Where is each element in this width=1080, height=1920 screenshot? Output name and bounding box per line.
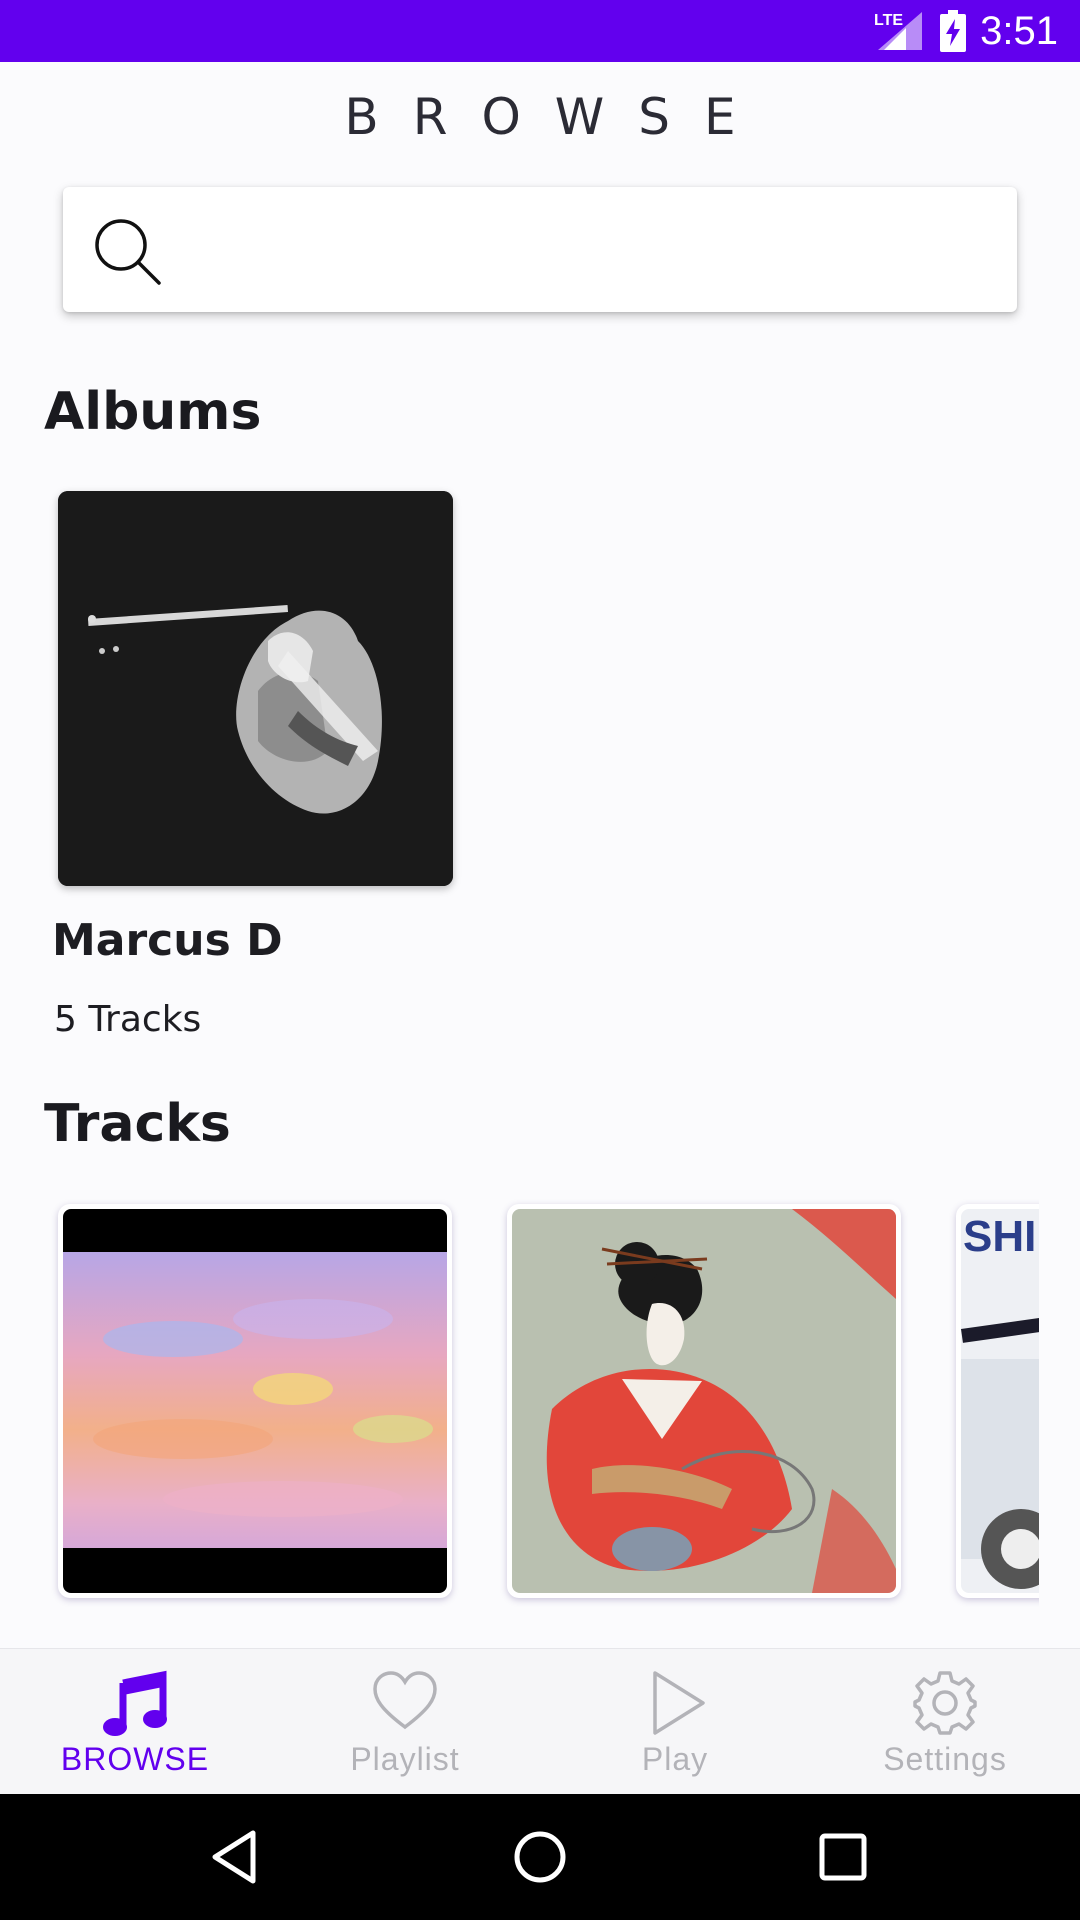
- heart-icon: [373, 1671, 437, 1730]
- albums-heading: Albums: [44, 382, 262, 442]
- music-note-icon: [103, 1670, 167, 1736]
- nav-label: Settings: [883, 1741, 1007, 1777]
- track-cover: [63, 1209, 447, 1593]
- search-icon: [95, 219, 161, 285]
- album-title[interactable]: Marcus D: [52, 915, 283, 966]
- signal-icon: [878, 12, 922, 50]
- album-cover-image: [58, 491, 453, 886]
- search-input[interactable]: [183, 207, 987, 294]
- tracks-heading: Tracks: [44, 1094, 231, 1154]
- nav-browse[interactable]: BROWSE: [0, 1649, 270, 1795]
- nav-label: BROWSE: [60, 1741, 210, 1777]
- home-icon[interactable]: [510, 1827, 570, 1887]
- track-card[interactable]: [58, 1204, 452, 1598]
- nav-settings[interactable]: Settings: [810, 1649, 1080, 1795]
- recents-icon[interactable]: [813, 1827, 873, 1887]
- svg-text:SHI: SHI: [963, 1212, 1036, 1261]
- track-card[interactable]: SHI: [956, 1204, 1039, 1598]
- nav-play[interactable]: Play: [540, 1649, 810, 1795]
- album-cover[interactable]: [58, 491, 453, 886]
- track-cover: SHI: [961, 1209, 1039, 1593]
- nav-label: Play: [641, 1741, 709, 1777]
- play-icon: [653, 1671, 705, 1735]
- tracks-carousel[interactable]: SHI: [0, 1190, 1039, 1610]
- clock: 3:51: [980, 9, 1058, 53]
- album-track-count: 5 Tracks: [54, 999, 202, 1040]
- back-icon[interactable]: [207, 1827, 267, 1887]
- track-cover: [512, 1209, 896, 1593]
- status-bar: LTE 3:51: [0, 0, 1080, 62]
- gear-icon: [913, 1671, 977, 1735]
- track-card[interactable]: [507, 1204, 901, 1598]
- bottom-navigation: BROWSE Playlist Play Settings: [0, 1648, 1080, 1795]
- search-bar[interactable]: [63, 187, 1017, 312]
- nav-playlist[interactable]: Playlist: [270, 1649, 540, 1795]
- system-navigation-bar: [0, 1794, 1080, 1920]
- nav-label: Playlist: [350, 1741, 460, 1777]
- page-title: BROWSE: [344, 88, 770, 146]
- battery-charging-icon: [940, 10, 966, 52]
